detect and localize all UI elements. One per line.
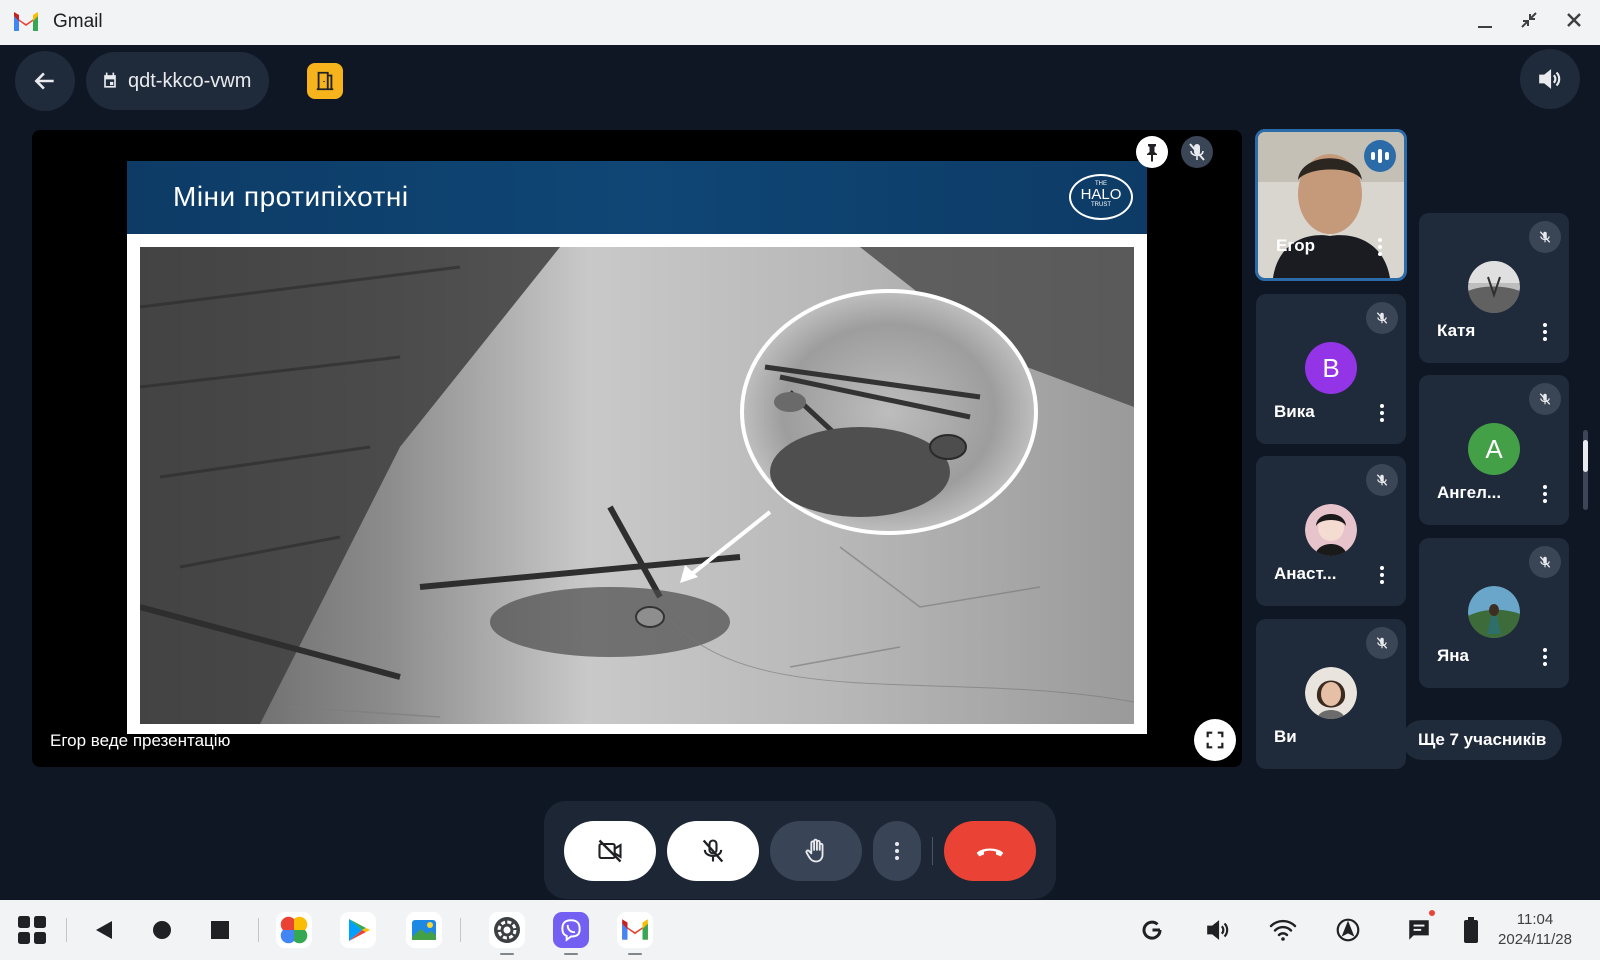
mic-off-icon [1529, 383, 1561, 415]
taskbar-divider [460, 918, 461, 942]
fullscreen-icon [1206, 731, 1224, 749]
participant-name: Катя [1437, 321, 1476, 340]
system-clock[interactable]: 11:04 2024/11/28 [1498, 910, 1572, 950]
hand-icon [805, 838, 824, 863]
presentation-stage[interactable]: Міни протипіхотні THE HALO TRUST Егор ве… [32, 130, 1242, 767]
participant-name: Егор [1276, 236, 1315, 255]
audio-output-button[interactable] [1520, 49, 1580, 109]
mic-off-icon [1529, 546, 1561, 578]
avatar [1468, 261, 1520, 313]
play-store-icon[interactable] [340, 912, 376, 948]
call-controls [544, 801, 1056, 899]
notifications-icon[interactable] [1401, 910, 1437, 948]
participant-more-button[interactable] [1370, 401, 1394, 425]
avatar: А [1468, 423, 1520, 475]
participant-name: Ви [1274, 727, 1297, 746]
more-vert-icon [895, 842, 899, 860]
meeting-code: qdt-kkco-vwm [128, 69, 252, 92]
avatar [1305, 504, 1357, 556]
fullscreen-button[interactable] [1194, 719, 1236, 761]
participant-tile[interactable]: Егор [1255, 129, 1407, 281]
back-nav-icon[interactable] [86, 912, 122, 948]
viber-app-icon[interactable] [553, 912, 589, 948]
google-icon[interactable] [1134, 912, 1170, 948]
end-call-icon [976, 848, 1004, 857]
more-options-button[interactable] [873, 821, 921, 881]
minimize-button[interactable] [1470, 8, 1500, 38]
volume-icon[interactable] [1200, 912, 1236, 948]
avatar [1468, 586, 1520, 638]
home-nav-icon[interactable] [144, 912, 180, 948]
mic-off-icon [1181, 136, 1213, 168]
arrow-back-icon [34, 72, 54, 90]
presentation-slide: Міни протипіхотні THE HALO TRUST [127, 161, 1147, 734]
participant-more-button[interactable] [1533, 482, 1557, 506]
gmail-app-icon[interactable] [617, 912, 653, 948]
participant-tile[interactable]: Катя [1419, 213, 1569, 363]
mic-off-icon [1529, 221, 1561, 253]
running-indicator [564, 953, 578, 955]
participant-name: Вика [1274, 402, 1315, 421]
running-indicator [500, 953, 514, 955]
avatar: В [1305, 342, 1357, 394]
app-title: Gmail [53, 11, 103, 32]
leave-room-badge[interactable] [307, 63, 343, 99]
meeting-code-chip[interactable]: qdt-kkco-vwm [86, 52, 270, 110]
gallery-app-icon[interactable] [406, 912, 442, 948]
halo-trust-logo: THE HALO TRUST [1069, 174, 1133, 220]
clock-date: 2024/11/28 [1498, 931, 1572, 948]
recents-nav-icon[interactable] [202, 912, 238, 948]
participant-more-button[interactable] [1533, 320, 1557, 344]
mic-off-icon [1366, 302, 1398, 334]
settings-app-icon[interactable] [489, 912, 525, 948]
navigation-icon[interactable] [1330, 912, 1366, 948]
raise-hand-button[interactable] [770, 821, 862, 881]
camera-off-icon [598, 839, 622, 863]
app-launcher-icon[interactable] [14, 912, 50, 948]
mic-off-icon [702, 839, 724, 863]
clock-time: 11:04 [1516, 911, 1554, 928]
slide-header: Міни протипіхотні THE HALO TRUST [127, 161, 1147, 234]
close-button[interactable] [1559, 8, 1589, 38]
participant-name: Анаст... [1274, 564, 1337, 583]
door-icon [316, 71, 334, 91]
avatar [1305, 667, 1357, 719]
participant-tile[interactable]: Яна [1419, 538, 1569, 688]
controls-divider [932, 837, 933, 865]
more-participants-button[interactable]: Ще 7 учасників [1402, 720, 1563, 760]
system-taskbar: 11:04 2024/11/28 [0, 900, 1600, 960]
participant-more-button[interactable] [1370, 563, 1394, 587]
taskbar-divider [258, 918, 259, 942]
restore-button[interactable] [1514, 8, 1544, 38]
camera-toggle-button[interactable] [564, 821, 656, 881]
gmail-logo-icon [14, 12, 38, 31]
participant-name: Яна [1437, 646, 1469, 665]
running-indicator [628, 953, 642, 955]
volume-icon [1539, 69, 1561, 89]
participant-tile[interactable]: Анаст... [1256, 456, 1406, 606]
participant-more-button[interactable] [1368, 235, 1392, 259]
title-bar: Gmail [0, 0, 1600, 45]
taskbar-divider [66, 918, 67, 942]
participant-tile[interactable]: В Вика [1256, 294, 1406, 444]
landmine-photo [140, 247, 1134, 724]
back-button[interactable] [15, 51, 75, 111]
participant-tile[interactable]: А Ангел... [1419, 375, 1569, 525]
presenter-caption: Егор веде презентацію [50, 731, 231, 750]
mic-toggle-button[interactable] [667, 821, 759, 881]
participant-name: Ангел... [1437, 483, 1502, 502]
battery-icon [1453, 912, 1489, 948]
participant-more-button[interactable] [1533, 645, 1557, 669]
mic-off-icon [1366, 464, 1398, 496]
photos-app-icon[interactable] [276, 912, 312, 948]
calendar-icon [104, 72, 116, 88]
mic-off-icon [1366, 627, 1398, 659]
speaking-indicator-icon [1364, 140, 1396, 172]
end-call-button[interactable] [944, 821, 1036, 881]
slide-title: Міни протипіхотні [173, 181, 409, 212]
participants-scrollbar[interactable] [1583, 430, 1588, 510]
pin-icon[interactable] [1135, 135, 1169, 169]
wifi-icon[interactable] [1265, 912, 1301, 948]
participant-tile[interactable]: Ви [1256, 619, 1406, 769]
